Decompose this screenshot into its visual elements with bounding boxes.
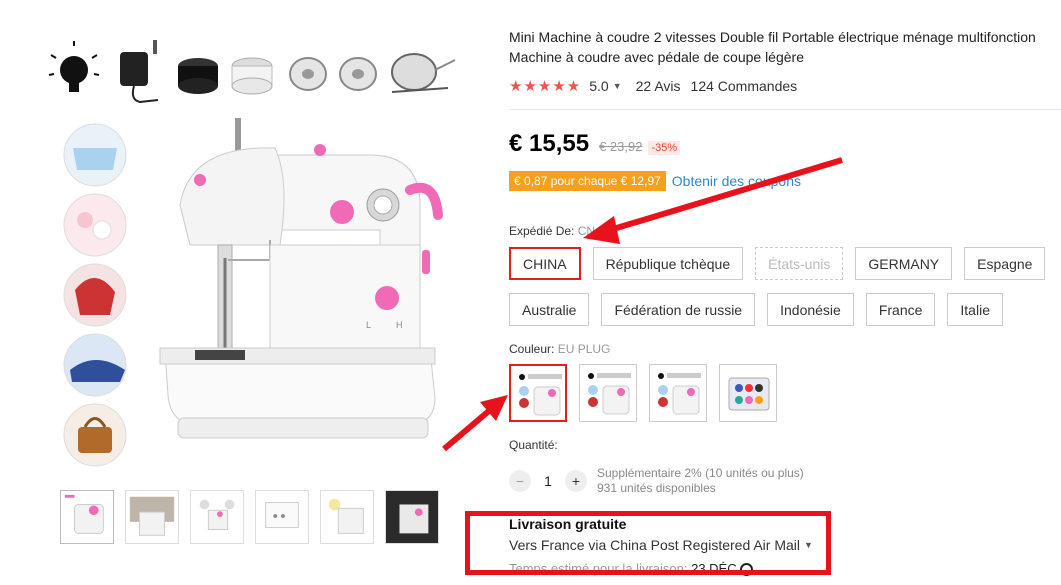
ship-option-australia[interactable]: Australie (509, 293, 590, 326)
ship-option-czech[interactable]: République tchèque (592, 247, 744, 280)
price-row: € 15,55 € 23,92 -35% (509, 130, 681, 158)
thumbnail-strip (60, 490, 439, 544)
main-product-image[interactable]: L H (40, 30, 470, 470)
svg-text:L: L (366, 320, 371, 330)
color-swatch-4[interactable] (719, 364, 777, 422)
ship-option-indonesia[interactable]: Indonésie (767, 293, 854, 326)
thumbnail-3[interactable] (190, 490, 244, 544)
thumbnail-4[interactable] (255, 490, 309, 544)
ships-from-label: Expédié De: CN (509, 224, 595, 238)
ship-option-us: États-unis (755, 247, 844, 280)
thumbnail-1[interactable] (60, 490, 114, 544)
side-icons (63, 123, 127, 467)
coupon-badge: € 0,87 pour chaque € 12,97 (509, 171, 666, 191)
accessories-strip (48, 40, 456, 104)
quantity-label: Quantité: (509, 438, 558, 452)
color-swatch-2[interactable] (579, 364, 637, 422)
color-label-text: Couleur: (509, 342, 555, 356)
ships-from-options-row-2: Australie Fédération de russie Indonésie… (509, 293, 1061, 326)
color-swatches (509, 364, 777, 422)
quantity-increase-button[interactable]: + (565, 470, 587, 492)
ships-from-options-row-1: CHINA République tchèque États-unis GERM… (509, 247, 1061, 280)
color-swatch-3[interactable] (649, 364, 707, 422)
orders-count: 124 Commandes (690, 78, 798, 94)
color-value: EU PLUG (557, 342, 611, 356)
discount-badge: -35% (648, 141, 681, 155)
thumbnail-2[interactable] (125, 490, 179, 544)
quantity-input[interactable]: 1 (531, 473, 565, 489)
chevron-down-icon[interactable]: ▼ (613, 81, 622, 91)
ships-from-value: CN (577, 224, 596, 238)
reviews-link[interactable]: 22 Avis (636, 78, 681, 94)
quantity-stepper: − 1 + Supplémentaire 2% (10 unités ou pl… (509, 466, 804, 496)
thumbnail-6[interactable] (385, 490, 439, 544)
ship-option-france[interactable]: France (865, 293, 936, 326)
quantity-decrease-button[interactable]: − (509, 470, 531, 492)
svg-text:H: H (396, 320, 403, 330)
current-price: € 15,55 (509, 130, 590, 157)
ship-option-russia[interactable]: Fédération de russie (601, 293, 756, 326)
star-rating-icon: ★★★★★ (509, 78, 582, 95)
bulk-discount-note: Supplémentaire 2% (10 unités ou plus) (597, 466, 804, 480)
color-label: Couleur: EU PLUG (509, 342, 610, 356)
divider (509, 109, 1061, 110)
original-price: € 23,92 (599, 139, 643, 154)
thumbnail-5[interactable] (320, 490, 374, 544)
quantity-note: Supplémentaire 2% (10 unités ou plus) 93… (597, 466, 804, 496)
rating-row: ★★★★★ 5.0 ▼ 22 Avis 124 Commandes (509, 77, 797, 95)
product-info: Mini Machine à coudre 2 vitesses Double … (509, 0, 1061, 585)
ships-from-label-text: Expédié De: (509, 224, 575, 238)
delivery-highlight-box (465, 511, 831, 575)
color-swatch-1[interactable] (509, 364, 567, 422)
get-coupons-link[interactable]: Obtenir des coupons (672, 173, 801, 189)
ship-option-italy[interactable]: Italie (947, 293, 1003, 326)
coupon-row: € 0,87 pour chaque € 12,97 Obtenir des c… (509, 171, 801, 191)
product-title: Mini Machine à coudre 2 vitesses Double … (509, 29, 1036, 65)
sewing-machine-illustration: L H (159, 118, 443, 439)
ship-option-germany[interactable]: GERMANY (855, 247, 953, 280)
ship-option-china[interactable]: CHINA (509, 247, 581, 280)
product-gallery: L H (0, 0, 480, 585)
stock-available-note: 931 unités disponibles (597, 481, 716, 495)
ship-option-spain[interactable]: Espagne (964, 247, 1046, 280)
rating-value[interactable]: 5.0 (589, 78, 608, 94)
